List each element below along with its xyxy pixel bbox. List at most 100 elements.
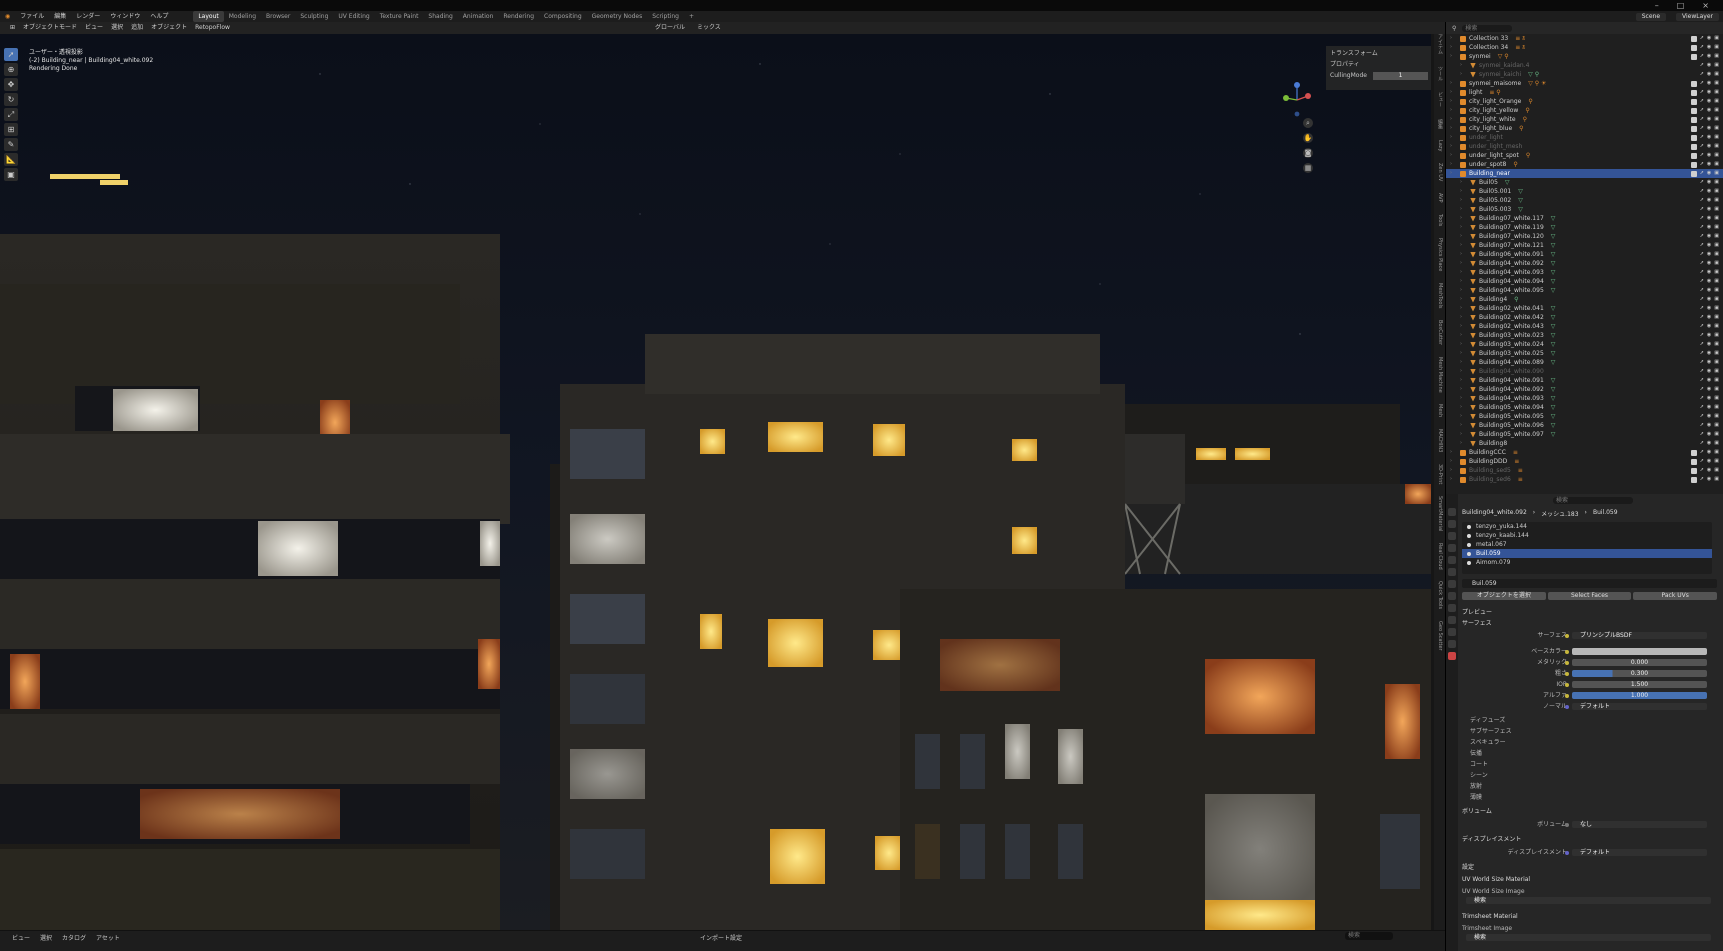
camera-render-icon[interactable]: ▣ bbox=[1714, 214, 1719, 223]
outliner-row[interactable]: › Building04_white.089 ▽ ➚ ◉ ▣ bbox=[1446, 358, 1723, 367]
camera-render-icon[interactable]: ▣ bbox=[1714, 79, 1719, 88]
expand-chevron-icon[interactable]: › bbox=[1460, 178, 1462, 187]
camera-render-icon[interactable]: ▣ bbox=[1714, 412, 1719, 421]
outliner-row[interactable]: › Building04_white.091 ▽ ➚ ◉ ▣ bbox=[1446, 376, 1723, 385]
select-arrow-icon[interactable]: ➚ bbox=[1700, 115, 1704, 124]
minimize-button[interactable]: – bbox=[1655, 0, 1659, 11]
select-arrow-icon[interactable]: ➚ bbox=[1700, 268, 1704, 277]
camera-render-icon[interactable]: ▣ bbox=[1714, 52, 1719, 61]
sidetab[interactable]: アイテム bbox=[1437, 34, 1443, 54]
outliner-row[interactable]: › Building05_white.094 ▽ ➚ ◉ ▣ bbox=[1446, 403, 1723, 412]
sidetab[interactable]: Tools bbox=[1437, 214, 1443, 226]
select-arrow-icon[interactable]: ➚ bbox=[1700, 169, 1704, 178]
outliner-row[interactable]: › Building03_white.023 ▽ ➚ ◉ ▣ bbox=[1446, 331, 1723, 340]
sidetab[interactable]: ツール bbox=[1437, 66, 1443, 81]
expand-chevron-icon[interactable]: › bbox=[1460, 385, 1462, 394]
camera-render-icon[interactable]: ▣ bbox=[1714, 466, 1719, 475]
tool-tab-icon[interactable] bbox=[1448, 508, 1456, 516]
measure-tool-icon[interactable]: 📐 bbox=[4, 153, 18, 166]
select-arrow-icon[interactable]: ➚ bbox=[1700, 340, 1704, 349]
sidetab[interactable]: 編集 bbox=[1437, 119, 1443, 129]
ior-field[interactable]: 1.500 bbox=[1572, 681, 1707, 688]
maximize-button[interactable]: □ bbox=[1677, 0, 1685, 11]
eye-icon[interactable]: ◉ bbox=[1707, 232, 1711, 241]
tab-rendering[interactable]: Rendering bbox=[498, 11, 539, 22]
subsection-sheen[interactable]: シーン bbox=[1470, 771, 1488, 780]
camera-render-icon[interactable]: ▣ bbox=[1714, 439, 1719, 448]
menu-render[interactable]: レンダー bbox=[71, 11, 105, 22]
sidetab[interactable]: SmartMaterial bbox=[1437, 496, 1443, 531]
select-arrow-icon[interactable]: ➚ bbox=[1700, 376, 1704, 385]
select-arrow-icon[interactable]: ➚ bbox=[1700, 349, 1704, 358]
expand-chevron-icon[interactable]: › bbox=[1460, 223, 1462, 232]
camera-render-icon[interactable]: ▣ bbox=[1714, 259, 1719, 268]
eye-icon[interactable]: ◉ bbox=[1707, 304, 1711, 313]
select-arrow-icon[interactable]: ➚ bbox=[1700, 70, 1704, 79]
annotate-tool-icon[interactable]: ✎ bbox=[4, 138, 18, 151]
exclude-checkbox[interactable] bbox=[1690, 476, 1697, 483]
tab-animation[interactable]: Animation bbox=[458, 11, 499, 22]
eye-icon[interactable]: ◉ bbox=[1707, 178, 1711, 187]
eye-icon[interactable]: ◉ bbox=[1707, 160, 1711, 169]
tab-shading[interactable]: Shading bbox=[423, 11, 457, 22]
outliner-row[interactable]: › Building4 ⚲ ➚ ◉ ▣ bbox=[1446, 295, 1723, 304]
camera-render-icon[interactable]: ▣ bbox=[1714, 124, 1719, 133]
select-arrow-icon[interactable]: ➚ bbox=[1700, 430, 1704, 439]
snap-selector[interactable]: ミックス bbox=[697, 22, 721, 34]
expand-chevron-icon[interactable]: › bbox=[1450, 52, 1452, 61]
eye-icon[interactable]: ◉ bbox=[1707, 250, 1711, 259]
expand-chevron-icon[interactable]: › bbox=[1460, 313, 1462, 322]
select-arrow-icon[interactable]: ➚ bbox=[1700, 250, 1704, 259]
camera-render-icon[interactable]: ▣ bbox=[1714, 169, 1719, 178]
tab-browser[interactable]: Browser bbox=[261, 11, 295, 22]
sidetab[interactable]: Zen UV bbox=[1437, 163, 1443, 181]
camera-render-icon[interactable]: ▣ bbox=[1714, 133, 1719, 142]
outliner-row[interactable]: › Building04_white.092 ▽ ➚ ◉ ▣ bbox=[1446, 385, 1723, 394]
expand-chevron-icon[interactable]: › bbox=[1460, 61, 1462, 70]
tab-texture-paint[interactable]: Texture Paint bbox=[375, 11, 424, 22]
camera-render-icon[interactable]: ▣ bbox=[1714, 295, 1719, 304]
outliner-row[interactable]: › Building_sed6 ≡ ➚ ◉ ▣ bbox=[1446, 475, 1723, 484]
camera-render-icon[interactable]: ▣ bbox=[1714, 250, 1719, 259]
tab-compositing[interactable]: Compositing bbox=[539, 11, 587, 22]
select-arrow-icon[interactable]: ➚ bbox=[1700, 88, 1704, 97]
eye-icon[interactable]: ◉ bbox=[1707, 151, 1711, 160]
outliner-row[interactable]: › under_light_mesh ➚ ◉ ▣ bbox=[1446, 142, 1723, 151]
select-arrow-icon[interactable]: ➚ bbox=[1700, 457, 1704, 466]
outliner-row[interactable]: › Building02_white.042 ▽ ➚ ◉ ▣ bbox=[1446, 313, 1723, 322]
outliner-row[interactable]: › Buil05.001 ▽ ➚ ◉ ▣ bbox=[1446, 187, 1723, 196]
eye-icon[interactable]: ◉ bbox=[1707, 70, 1711, 79]
select-arrow-icon[interactable]: ➚ bbox=[1700, 313, 1704, 322]
outliner-search-input[interactable]: 検索 bbox=[1462, 24, 1513, 32]
metallic-slider[interactable]: 0.000 bbox=[1572, 659, 1707, 666]
scene-selector[interactable]: Scene bbox=[1635, 12, 1667, 21]
zoom-icon[interactable]: ⌕ bbox=[1303, 118, 1313, 128]
expand-chevron-icon[interactable]: › bbox=[1450, 97, 1452, 106]
exclude-checkbox[interactable] bbox=[1690, 80, 1697, 87]
camera-render-icon[interactable]: ▣ bbox=[1714, 178, 1719, 187]
expand-chevron-icon[interactable]: › bbox=[1450, 457, 1452, 466]
eye-icon[interactable]: ◉ bbox=[1707, 430, 1711, 439]
add-cube-tool-icon[interactable]: ▣ bbox=[4, 168, 18, 181]
camera-render-icon[interactable]: ▣ bbox=[1714, 394, 1719, 403]
move-tool-icon[interactable]: ✥ bbox=[4, 78, 18, 91]
outliner-row[interactable]: › BuildingDDD ≡ ➚ ◉ ▣ bbox=[1446, 457, 1723, 466]
eye-icon[interactable]: ◉ bbox=[1707, 376, 1711, 385]
camera-render-icon[interactable]: ▣ bbox=[1714, 430, 1719, 439]
expand-chevron-icon[interactable]: › bbox=[1450, 448, 1452, 457]
pan-hand-icon[interactable]: ✋ bbox=[1303, 133, 1313, 143]
select-arrow-icon[interactable]: ➚ bbox=[1700, 223, 1704, 232]
eye-icon[interactable]: ◉ bbox=[1707, 403, 1711, 412]
editor-type-icon[interactable]: ⊞ bbox=[6, 22, 19, 34]
menu-add[interactable]: 追加 bbox=[127, 22, 147, 34]
eye-icon[interactable]: ◉ bbox=[1707, 457, 1711, 466]
camera-render-icon[interactable]: ▣ bbox=[1714, 331, 1719, 340]
expand-chevron-icon[interactable]: › bbox=[1450, 43, 1452, 52]
sidetab[interactable]: Physics Place bbox=[1437, 238, 1443, 271]
eye-icon[interactable]: ◉ bbox=[1707, 259, 1711, 268]
camera-render-icon[interactable]: ▣ bbox=[1714, 457, 1719, 466]
add-workspace-button[interactable]: + bbox=[684, 11, 699, 22]
expand-chevron-icon[interactable]: › bbox=[1460, 241, 1462, 250]
camera-render-icon[interactable]: ▣ bbox=[1714, 43, 1719, 52]
outliner-row[interactable]: › synmei_kaichi ▽ ⚲ ➚ ◉ ▣ bbox=[1446, 70, 1723, 79]
